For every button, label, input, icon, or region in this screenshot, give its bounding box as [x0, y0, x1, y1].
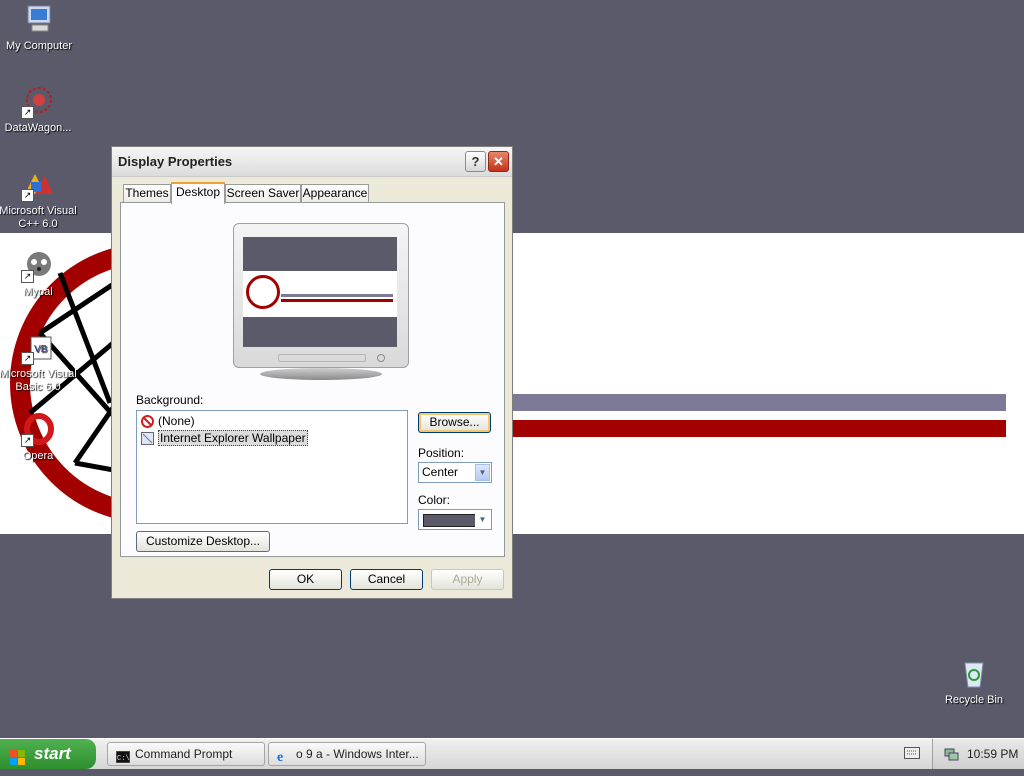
desktop-tab-panel: Background: (None) Internet Explorer Wal… — [120, 202, 505, 557]
desktop-icon-label: Recycle Bin — [944, 694, 1004, 706]
desktop-icon-label: Opera — [22, 450, 54, 462]
desktop-icon-recycle-bin[interactable]: Recycle Bin — [929, 657, 1019, 707]
image-file-icon — [141, 432, 154, 446]
my-computer-icon — [22, 3, 56, 37]
close-icon: ✕ — [493, 154, 504, 169]
tab-screen-saver[interactable]: Screen Saver — [225, 184, 301, 202]
svg-text:VB: VB — [34, 344, 48, 355]
tab-themes[interactable]: Themes — [123, 184, 171, 202]
desktop-icon-mypal[interactable]: ↗ Mypal — [0, 249, 83, 299]
preview-screen — [243, 237, 397, 347]
start-label: start — [34, 744, 71, 763]
monitor-preview — [233, 223, 409, 368]
position-label: Position: — [418, 446, 465, 460]
desktop-icon-label: Microsoft Visual Basic 6.0 — [0, 368, 77, 393]
chevron-down-icon: ▼ — [475, 464, 490, 481]
windows-flag-icon — [10, 746, 26, 765]
ok-button[interactable]: OK — [269, 569, 342, 590]
dialog-title-bar[interactable]: Display Properties ? ✕ — [112, 147, 512, 177]
background-item-label: (None) — [158, 414, 195, 428]
shortcut-arrow-icon: ↗ — [21, 106, 34, 119]
background-item-ie-wallpaper[interactable]: Internet Explorer Wallpaper — [141, 430, 308, 446]
desktop-icon-opera[interactable]: ↗ Opera — [0, 413, 83, 463]
desktop-icon-label: DataWagon... — [4, 122, 72, 134]
browse-button[interactable]: Browse... — [418, 412, 491, 433]
shortcut-arrow-icon: ↗ — [21, 434, 34, 447]
position-value: Center — [422, 465, 459, 479]
help-button[interactable]: ? — [465, 151, 486, 172]
network-icon[interactable] — [943, 746, 959, 762]
visual-basic-icon: VB ↗ — [21, 331, 55, 365]
background-item-label: Internet Explorer Wallpaper — [158, 430, 308, 446]
desktop-icon-label: Mypal — [23, 286, 53, 298]
recycle-bin-icon — [957, 657, 991, 691]
desktop-icon-datawagon[interactable]: ↗ DataWagon... — [0, 85, 83, 135]
desktop-icon-label: Microsoft Visual C++ 6.0 — [0, 205, 77, 230]
taskbar-item-label: Command Prompt — [135, 747, 233, 761]
dialog-title: Display Properties — [118, 154, 233, 169]
customize-desktop-button[interactable]: Customize Desktop... — [136, 531, 270, 552]
monitor-control-strip — [278, 354, 366, 362]
command-prompt-icon: C:\ — [115, 748, 131, 764]
keyboard-icon[interactable] — [904, 747, 920, 759]
background-label: Background: — [136, 393, 204, 407]
datawagon-icon: ↗ — [21, 85, 55, 119]
chevron-down-icon: ▼ — [475, 511, 490, 528]
tab-appearance[interactable]: Appearance — [301, 184, 369, 202]
svg-text:C:\: C:\ — [117, 755, 130, 763]
cancel-button[interactable]: Cancel — [350, 569, 423, 590]
desktop-icon-visual-cpp[interactable]: ↗ Microsoft Visual C++ 6.0 — [0, 168, 83, 231]
color-label: Color: — [418, 493, 451, 507]
wallpaper-stripe-red — [512, 420, 1006, 437]
display-properties-dialog: Display Properties ? ✕ Themes Desktop Sc… — [111, 146, 513, 599]
background-list[interactable]: (None) Internet Explorer Wallpaper — [136, 410, 408, 524]
system-tray: 10:59 PM — [932, 739, 1024, 769]
internet-explorer-icon: e — [277, 748, 291, 765]
apply-button[interactable]: Apply — [431, 569, 504, 590]
mypal-icon: ↗ — [21, 249, 55, 283]
taskbar-item-command-prompt[interactable]: C:\ Command Prompt — [107, 742, 265, 766]
shortcut-arrow-icon: ↗ — [21, 189, 34, 202]
color-swatch — [423, 514, 477, 527]
start-button[interactable]: start — [0, 739, 96, 769]
desktop-icon-visual-basic[interactable]: VB ↗ Microsoft Visual Basic 6.0 — [0, 331, 83, 394]
clock[interactable]: 10:59 PM — [967, 747, 1018, 761]
close-button[interactable]: ✕ — [488, 151, 509, 172]
background-item-none[interactable]: (None) — [141, 413, 195, 429]
monitor-power-icon — [377, 354, 385, 362]
tab-desktop[interactable]: Desktop — [171, 182, 225, 204]
color-picker-button[interactable]: ▼ — [418, 509, 492, 530]
opera-icon: ↗ — [21, 413, 55, 447]
monitor-stand — [260, 368, 382, 380]
no-entry-icon — [141, 415, 154, 429]
taskbar-item-label: o 9 a - Windows Inter... — [296, 747, 419, 761]
taskbar: start C:\ Command Prompt e o 9 a - Windo… — [0, 738, 1024, 769]
shortcut-arrow-icon: ↗ — [21, 352, 34, 365]
desktop-icon-label: My Computer — [5, 40, 73, 52]
taskbar-item-internet-explorer[interactable]: e o 9 a - Windows Inter... — [268, 742, 426, 766]
svg-text:e: e — [277, 750, 283, 763]
position-select[interactable]: Center ▼ — [418, 462, 492, 483]
desktop-icon-my-computer[interactable]: My Computer — [0, 3, 84, 53]
wallpaper-stripe-blue — [512, 394, 1006, 411]
shortcut-arrow-icon: ↗ — [21, 270, 34, 283]
visual-cpp-icon: ↗ — [21, 168, 55, 202]
